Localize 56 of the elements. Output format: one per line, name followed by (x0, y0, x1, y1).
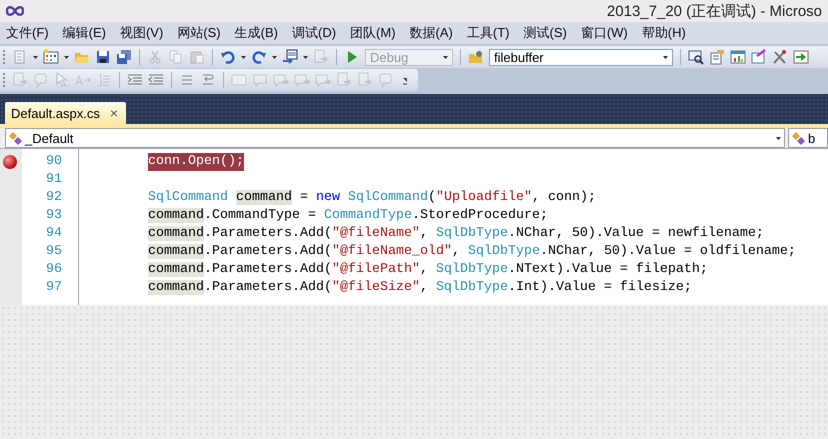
app-logo-icon (6, 6, 24, 16)
find-dropdown[interactable]: filebuffer (489, 48, 673, 66)
properties-icon[interactable] (709, 49, 725, 65)
type-dropdown[interactable]: _Default (5, 128, 785, 148)
window-title: 2013_7_20 (正在调试) - Microso (606, 2, 822, 20)
caret-icon[interactable] (272, 56, 277, 58)
code-line: command.Parameters.Add("@fileName", SqlDbType.NChar, 50).Value = newfilename; (148, 225, 764, 243)
line-number: 93 (45, 207, 62, 225)
grid-icon[interactable] (43, 49, 59, 65)
caret-icon[interactable] (64, 56, 69, 58)
menu-item[interactable]: 团队(M) (350, 24, 403, 42)
redo-icon[interactable] (251, 49, 267, 65)
class-icon (792, 131, 806, 145)
clipboard-icon[interactable] (189, 49, 205, 65)
line-number: 96 (45, 261, 62, 279)
window-arrow-icon[interactable] (282, 49, 298, 65)
line-number: 92 (45, 189, 62, 207)
menu-item[interactable]: 网站(S) (177, 24, 228, 42)
menu-item[interactable]: 调试(D) (292, 24, 344, 42)
line-number: 91 (45, 171, 62, 189)
save-all-icon[interactable] (116, 49, 132, 65)
save-icon[interactable] (95, 49, 111, 65)
code-line: command.Parameters.Add("@fileName_old", SqlDbType.NChar, 50).Value = oldfilename; (148, 243, 796, 261)
caret-icon[interactable] (776, 136, 781, 140)
undo-icon[interactable] (220, 49, 236, 65)
menu-item[interactable]: 帮助(H) (642, 24, 693, 42)
caret-icon[interactable] (33, 56, 38, 58)
tools-icon[interactable] (772, 49, 788, 65)
code-line: command.Parameters.Add("@filePath", SqlDbType.NText).Value = filepath; (148, 261, 708, 279)
menu-item[interactable]: 窗口(W) (580, 24, 635, 42)
close-icon[interactable]: × (110, 105, 118, 121)
caret-icon[interactable] (663, 56, 668, 58)
line-number: 97 (45, 279, 62, 297)
find-window-icon[interactable] (688, 49, 704, 65)
folder-gear-icon[interactable] (468, 49, 484, 65)
code-line: command.Parameters.Add("@fileSize", SqlDbType.Int).Value = filesize; (148, 279, 692, 297)
code-line: SqlCommand command = new SqlCommand("Uploadfile", conn); (148, 189, 596, 207)
line-number: 94 (45, 225, 62, 243)
line-number: 90 (45, 153, 62, 171)
menu-item[interactable]: 编辑(E) (62, 24, 113, 42)
menu-item[interactable]: 测试(S) (523, 24, 574, 42)
caret-icon[interactable] (303, 56, 308, 58)
toolbox-icon[interactable] (751, 49, 767, 65)
member-dropdown[interactable]: b (788, 128, 828, 148)
menu-item[interactable]: 生成(B) (234, 24, 285, 42)
chart-window-icon[interactable] (730, 49, 746, 65)
menu-item[interactable]: 视图(V) (120, 24, 170, 42)
breakpoint-icon[interactable] (3, 155, 17, 169)
class-icon (9, 131, 23, 145)
menu-item[interactable]: 数据(A) (410, 24, 460, 42)
code-line: command.CommandType = CommandType.StoredProcedure; (148, 207, 548, 225)
menu-item[interactable]: 文件(F) (6, 24, 56, 42)
menu-item[interactable]: 工具(T) (466, 24, 516, 42)
document-tab[interactable]: Default.aspx.cs × (5, 102, 126, 124)
line-number: 95 (45, 243, 62, 261)
caret-icon[interactable] (241, 56, 246, 58)
